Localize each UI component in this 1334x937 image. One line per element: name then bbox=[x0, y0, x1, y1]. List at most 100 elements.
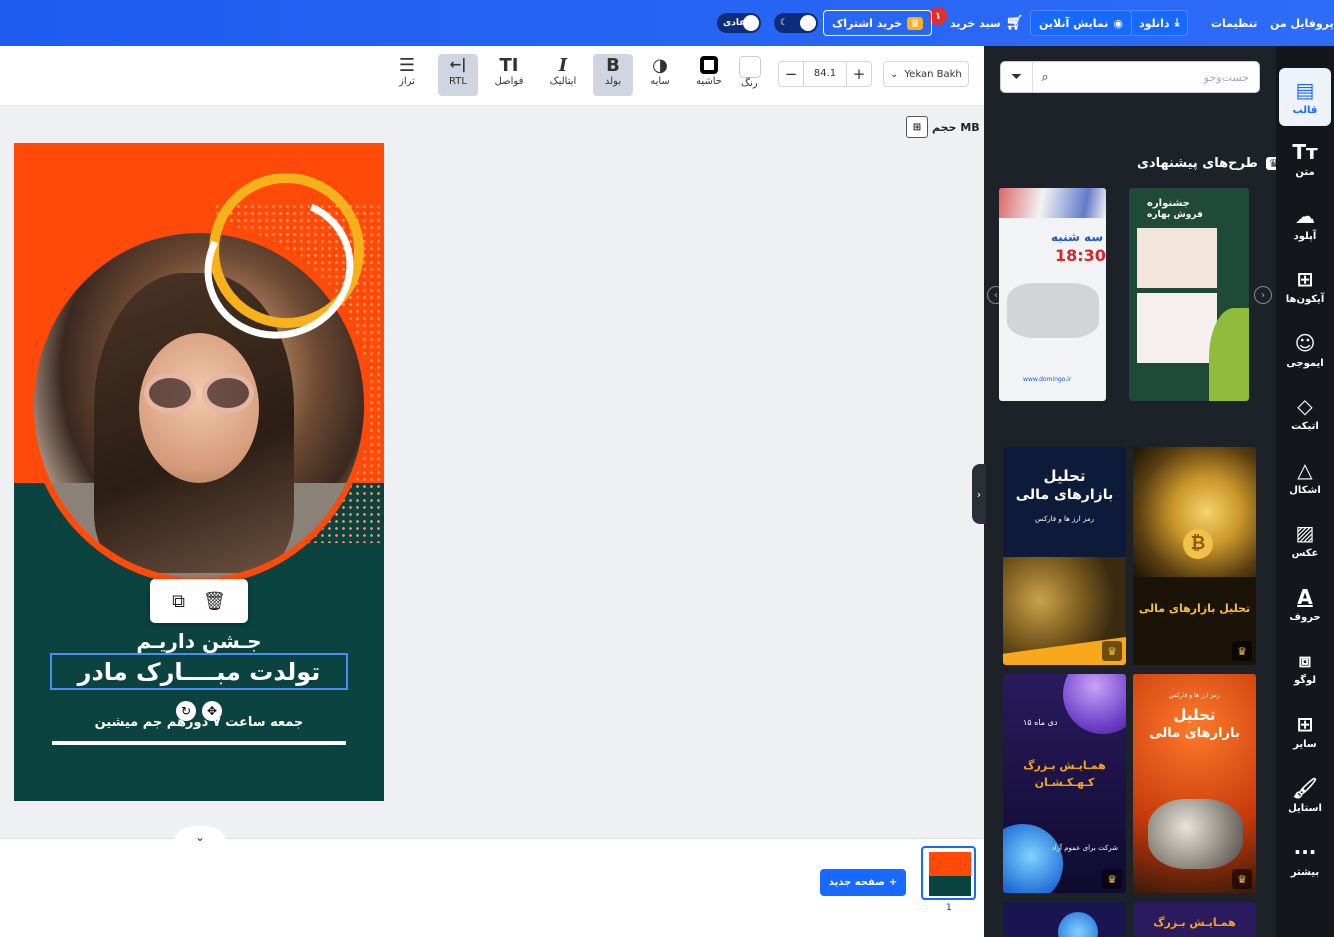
dark-mode-toggle[interactable]: ☾ bbox=[774, 13, 818, 33]
online-view-label: نمایش آنلاین bbox=[1039, 16, 1109, 30]
mode-label: عادی bbox=[723, 18, 746, 28]
file-size-indicator[interactable]: ⊞ حجم MB bbox=[906, 116, 980, 138]
italic-tool[interactable]: I ایتالیک bbox=[543, 54, 583, 96]
panel-collapse-handle[interactable]: › bbox=[972, 464, 986, 524]
chevron-down-icon: ⌄ bbox=[890, 68, 899, 80]
sidebar-item-label: بیشتر bbox=[1290, 866, 1320, 878]
sidebar-item-letters[interactable]: A حروف bbox=[1279, 575, 1331, 633]
subscribe-label: خرید اشتراک bbox=[832, 16, 903, 30]
sidebar-item-label: عکس bbox=[1291, 547, 1319, 559]
increase-size-button[interactable]: + bbox=[847, 65, 871, 83]
filter-icon[interactable]: ⏷ bbox=[1001, 62, 1033, 92]
mode-toggle[interactable]: عادی bbox=[717, 13, 761, 33]
template-card[interactable] bbox=[1003, 902, 1126, 937]
sidebar-item-label: قالب bbox=[1292, 104, 1318, 116]
photo-glasses bbox=[144, 373, 254, 413]
image-icon: ▨ bbox=[1295, 520, 1315, 545]
selection-menu: ⧉ 🗑︎ bbox=[150, 579, 248, 623]
sidebar-item-tag[interactable]: ◇ اتیکت bbox=[1279, 384, 1331, 442]
card-text: جشنواره bbox=[1147, 198, 1190, 209]
product-photo bbox=[1137, 293, 1217, 363]
template-card[interactable]: جشنواره فروش بهاره bbox=[1129, 188, 1249, 401]
template-card[interactable]: ۱۵ دی ماه همـایـش بـزرگ کـهـکـشـان شرکت … bbox=[1003, 674, 1126, 893]
crown-icon: ♛ bbox=[907, 16, 923, 30]
cart-icon: 🛒︎ bbox=[1005, 15, 1024, 31]
product-photo bbox=[1137, 228, 1217, 288]
border-label: حاشیه bbox=[696, 76, 722, 87]
page-thumbnail[interactable] bbox=[921, 846, 976, 900]
design-text-line3[interactable]: جمعه ساعت ۷ دورهم جم میشین bbox=[14, 715, 384, 730]
white-divider[interactable] bbox=[52, 741, 346, 745]
trash-icon[interactable]: 🗑︎ bbox=[203, 591, 226, 612]
decrease-size-button[interactable]: − bbox=[779, 65, 803, 83]
font-select[interactable]: ⌄ Yekan Bakh bbox=[883, 61, 969, 87]
template-card[interactable]: سه شنبه 18:30 www.domingo.ir bbox=[999, 188, 1106, 401]
sidebar-item-icons[interactable]: ⊞ آیکون‌ها bbox=[1279, 257, 1331, 315]
card-text: بازارهای مالی bbox=[1015, 487, 1114, 503]
card-text: تحلیل bbox=[1173, 706, 1216, 724]
template-card[interactable]: ₿ تحلیل بازارهای مالی ♛ bbox=[1133, 447, 1256, 665]
sidebar-item-label: ایموجی bbox=[1286, 357, 1324, 369]
rtl-icon: ←| bbox=[449, 57, 467, 73]
cart-button[interactable]: سبد خرید 🛒︎ bbox=[950, 0, 1024, 46]
shapes-icon: △ bbox=[1297, 457, 1313, 482]
sidebar-item-upload[interactable]: ☁ آپلود bbox=[1279, 194, 1331, 252]
design-text-line1[interactable]: جـشن داریـم bbox=[14, 629, 384, 653]
page-number: 1 bbox=[946, 903, 952, 913]
search-input[interactable]: جست‌وجو bbox=[1057, 71, 1259, 84]
color-swatch[interactable] bbox=[739, 56, 761, 78]
card-text: ۱۵ دی ماه bbox=[1023, 718, 1058, 727]
sidebar-item-emoji[interactable]: ☺ ایموجی bbox=[1279, 321, 1331, 379]
sidebar-item-shapes[interactable]: △ اشکال bbox=[1279, 448, 1331, 506]
sidebar-item-label: متن bbox=[1295, 166, 1315, 178]
subscribe-button[interactable]: خرید اشتراک ♛ bbox=[823, 10, 932, 36]
align-tool[interactable]: ☰ تراز bbox=[387, 54, 427, 96]
online-view-button[interactable]: نمایش آنلاین ◉ bbox=[1030, 10, 1133, 36]
template-card[interactable]: تحلیل بازارهای مالی رمز ارز ها و فارکس ♛ bbox=[1003, 447, 1126, 665]
sidebar-item-image[interactable]: ▨ عکس bbox=[1279, 511, 1331, 569]
calculator-icon: ⊞ bbox=[906, 116, 928, 138]
sidebar-item-style[interactable]: 🖌︎ استایل bbox=[1279, 766, 1331, 824]
sidebar-item-other[interactable]: ⊞ سایر bbox=[1279, 702, 1331, 760]
sidebar-item-label: آپلود bbox=[1293, 230, 1317, 242]
emoji-icon: ☺ bbox=[1294, 330, 1316, 355]
template-icon: ▤ bbox=[1295, 77, 1315, 102]
sidebar-item-label: آیکون‌ها bbox=[1285, 293, 1325, 305]
template-card[interactable]: همـایـش بـزرگ bbox=[1133, 902, 1256, 937]
bold-label: بولد bbox=[604, 76, 622, 87]
carousel-next-icon[interactable]: › bbox=[1254, 286, 1272, 304]
card-text: تحلیل bbox=[1043, 467, 1086, 485]
font-size-stepper[interactable]: − 84.1 + bbox=[778, 61, 872, 87]
premium-crown-icon: ♛ bbox=[1232, 641, 1252, 661]
design-text-line2: تولدت مبــــارک مادر bbox=[77, 657, 321, 686]
bitcoin-icon: ₿ bbox=[1183, 529, 1213, 559]
planet-graphic bbox=[1063, 674, 1126, 734]
profile-link[interactable]: پروفایل من bbox=[1270, 0, 1334, 46]
template-card[interactable]: تحلیل بازارهای مالی رمز ارز ها و فارکس ♛ bbox=[1133, 674, 1256, 893]
download-button[interactable]: دانلود ⤓ bbox=[1130, 10, 1189, 36]
template-search[interactable]: ⏷ ⌕ جست‌وجو bbox=[1000, 61, 1260, 93]
design-canvas[interactable]: ⧉ 🗑︎ جـشن داریـم تولدت مبــــارک مادر ↻ … bbox=[14, 143, 384, 801]
sidebar-item-logo[interactable]: ⧈ لوگو bbox=[1279, 638, 1331, 696]
more-icon: ··· bbox=[1293, 839, 1317, 864]
spacing-tool[interactable]: TI فواصل bbox=[489, 54, 529, 96]
rtl-tool[interactable]: ←| RTL bbox=[438, 54, 478, 96]
sidebar-item-text[interactable]: Tт متن bbox=[1279, 130, 1331, 188]
card-text: سه شنبه bbox=[1051, 230, 1104, 244]
font-size-value[interactable]: 84.1 bbox=[803, 62, 847, 86]
sidebar-item-template[interactable]: ▤ قالب bbox=[1279, 68, 1331, 126]
border-tool[interactable]: حاشیه bbox=[689, 54, 729, 96]
world-map bbox=[1007, 283, 1099, 338]
style-icon: 🖌︎ bbox=[1292, 775, 1318, 800]
download-icon: ⤓ bbox=[1174, 16, 1180, 29]
shadow-tool[interactable]: ◑ سایه bbox=[640, 54, 680, 96]
duplicate-icon[interactable]: ⧉ bbox=[172, 591, 185, 612]
selected-text-box[interactable]: تولدت مبــــارک مادر bbox=[50, 653, 348, 690]
text-icon: Tт bbox=[1292, 139, 1318, 164]
settings-link[interactable]: تنظیمات bbox=[1211, 0, 1257, 46]
premium-crown-icon: ♛ bbox=[1102, 641, 1122, 661]
search-icon: ⌕ bbox=[1041, 69, 1049, 85]
sidebar-item-more[interactable]: ··· بیشتر bbox=[1279, 830, 1331, 888]
new-page-button[interactable]: صفحه جدید + bbox=[820, 869, 906, 896]
bold-tool[interactable]: B بولد bbox=[593, 54, 633, 96]
